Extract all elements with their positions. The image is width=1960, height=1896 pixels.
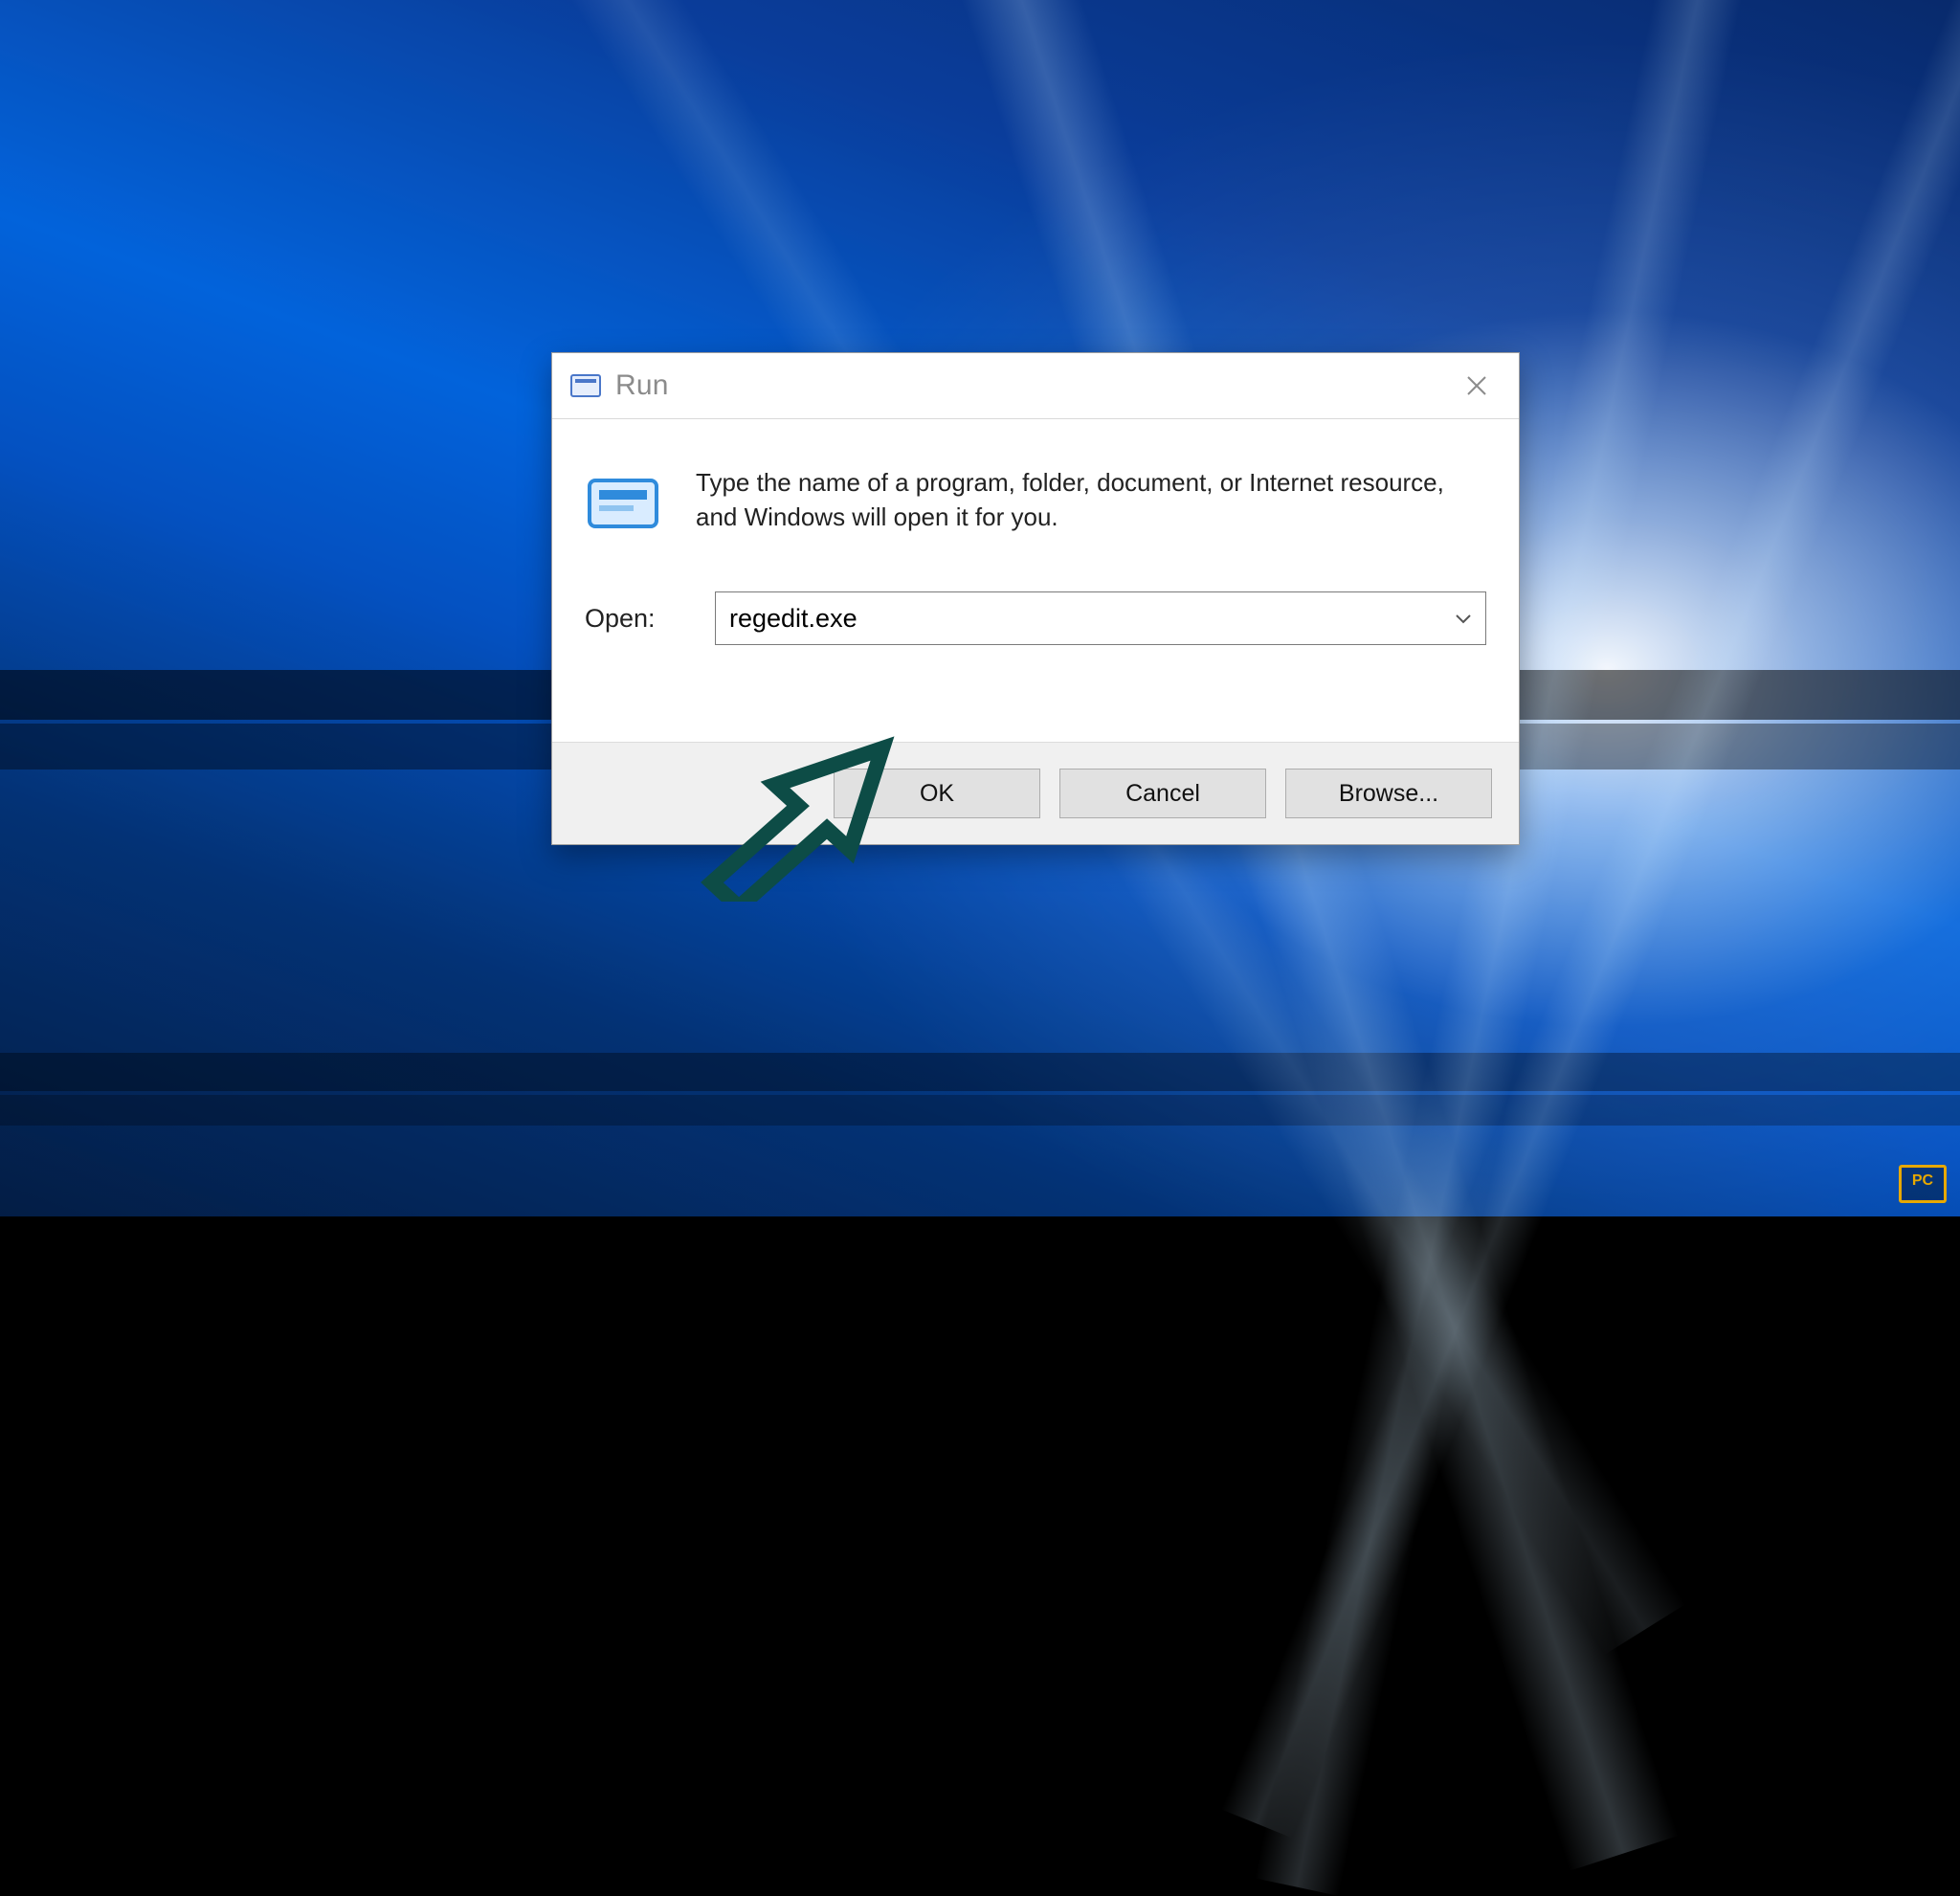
open-input[interactable] bbox=[715, 591, 1486, 645]
browse-button[interactable]: Browse... bbox=[1285, 769, 1492, 818]
close-icon bbox=[1464, 373, 1489, 398]
ok-button[interactable]: OK bbox=[834, 769, 1040, 818]
dialog-body: Type the name of a program, folder, docu… bbox=[552, 419, 1519, 672]
cancel-button[interactable]: Cancel bbox=[1059, 769, 1266, 818]
bg-stripe bbox=[0, 1053, 1960, 1091]
chevron-down-icon bbox=[1454, 612, 1473, 625]
pc-badge: PC bbox=[1899, 1165, 1947, 1203]
open-label: Open: bbox=[585, 604, 677, 634]
run-dialog: Run Type the name of a program, folder, … bbox=[551, 352, 1520, 845]
bg-stripe bbox=[0, 1095, 1960, 1126]
open-dropdown-button[interactable] bbox=[1440, 591, 1486, 645]
titlebar[interactable]: Run bbox=[552, 353, 1519, 419]
window-title: Run bbox=[615, 369, 669, 402]
dialog-description: Type the name of a program, folder, docu… bbox=[696, 465, 1481, 535]
close-button[interactable] bbox=[1444, 363, 1509, 409]
run-icon bbox=[569, 373, 602, 398]
run-dialog-icon bbox=[585, 465, 661, 542]
dialog-button-strip: OK Cancel Browse... bbox=[552, 742, 1519, 844]
